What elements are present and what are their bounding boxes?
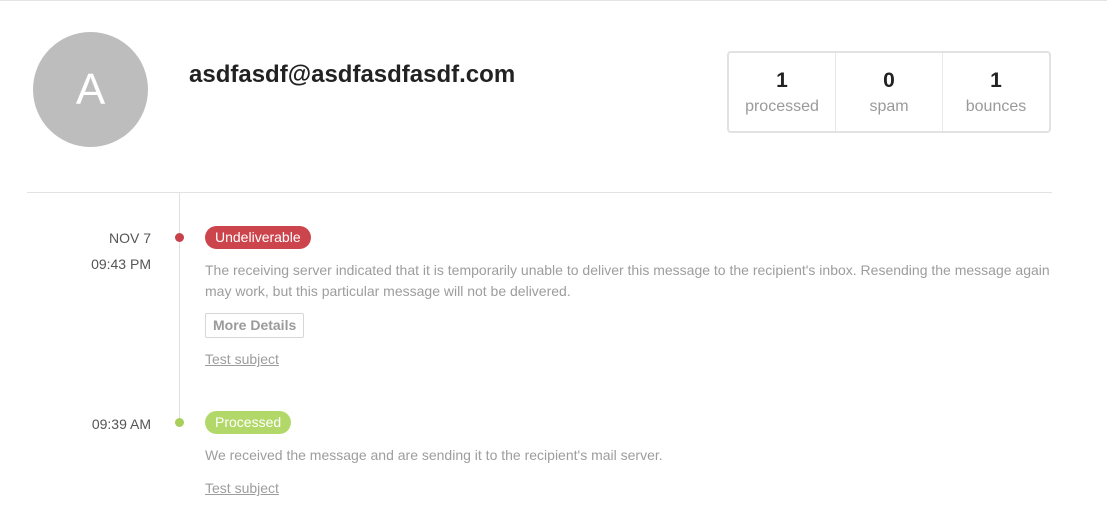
top-border bbox=[0, 0, 1107, 1]
timeline-dot-processed bbox=[175, 418, 184, 427]
stat-value: 1 bbox=[990, 69, 1002, 92]
event-time: 09:39 AM bbox=[91, 416, 151, 432]
timeline-line bbox=[179, 193, 180, 423]
more-details-button[interactable]: More Details bbox=[205, 313, 305, 338]
recipient-email: asdfasdf@asdfasdfasdf.com bbox=[189, 61, 516, 88]
event-description: We received the message and are sending … bbox=[205, 447, 663, 463]
event-time: 09:43 PM bbox=[91, 256, 151, 272]
stats-box: 1 processed 0 spam 1 bounces bbox=[727, 51, 1051, 133]
stat-value: 1 bbox=[776, 69, 788, 92]
subject-link[interactable]: Test subject bbox=[205, 351, 279, 367]
avatar-letter: A bbox=[75, 64, 106, 114]
timeline-dot-undeliverable bbox=[175, 233, 184, 242]
event-description: The receiving server indicated that it i… bbox=[205, 262, 1050, 299]
event-date: NOV 7 bbox=[108, 230, 151, 246]
stat-label: spam bbox=[869, 98, 909, 115]
header-divider bbox=[27, 192, 1052, 193]
stat-processed: 1 processed bbox=[729, 53, 836, 131]
avatar: A bbox=[33, 32, 148, 147]
stat-label: bounces bbox=[965, 98, 1027, 115]
stat-spam: 0 spam bbox=[836, 53, 943, 131]
subject-link[interactable]: Test subject bbox=[205, 480, 279, 496]
status-badge-processed: Processed bbox=[205, 411, 292, 434]
stat-value: 0 bbox=[883, 69, 895, 92]
status-badge-undeliverable: Undeliverable bbox=[205, 226, 311, 249]
stat-bounces: 1 bounces bbox=[943, 53, 1049, 131]
stat-label: processed bbox=[745, 98, 819, 115]
